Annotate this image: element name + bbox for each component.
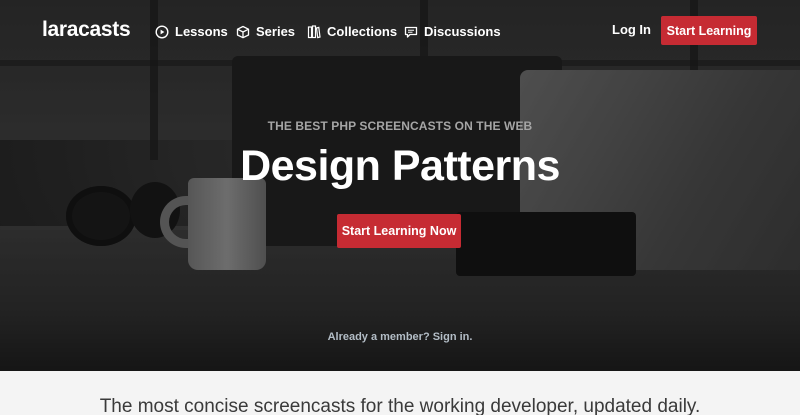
start-learning-now-button[interactable]: Start Learning Now (337, 214, 461, 248)
nav-item-series[interactable]: Series (236, 24, 295, 39)
hero-section: laracasts Lessons Series Collections Dis… (0, 0, 800, 371)
nav-item-collections[interactable]: Collections (307, 24, 397, 39)
nav-item-label: Discussions (424, 24, 501, 39)
nav-item-label: Collections (327, 24, 398, 39)
hero-headline: Design Patterns (240, 142, 560, 190)
top-navigation: laracasts Lessons Series Collections Dis… (0, 0, 800, 62)
hero-kicker: THE BEST PHP SCREENCASTS ON THE WEB (267, 119, 533, 133)
nav-item-lessons[interactable]: Lessons (155, 24, 228, 39)
tagline: The most concise screencasts for the wor… (99, 396, 701, 415)
login-link[interactable]: Log In (612, 22, 651, 37)
start-learning-button[interactable]: Start Learning (661, 16, 757, 45)
sign-in-link[interactable]: Already a member? Sign in. (0, 331, 800, 343)
nav-item-label: Lessons (175, 24, 228, 39)
play-circle-icon (155, 24, 169, 39)
books-icon (307, 24, 321, 38)
chat-icon (404, 26, 418, 38)
nav-item-label: Series (256, 24, 296, 39)
site-logo[interactable]: laracasts (42, 18, 131, 42)
cube-icon (236, 25, 250, 38)
nav-item-discussions[interactable]: Discussions (404, 24, 501, 39)
